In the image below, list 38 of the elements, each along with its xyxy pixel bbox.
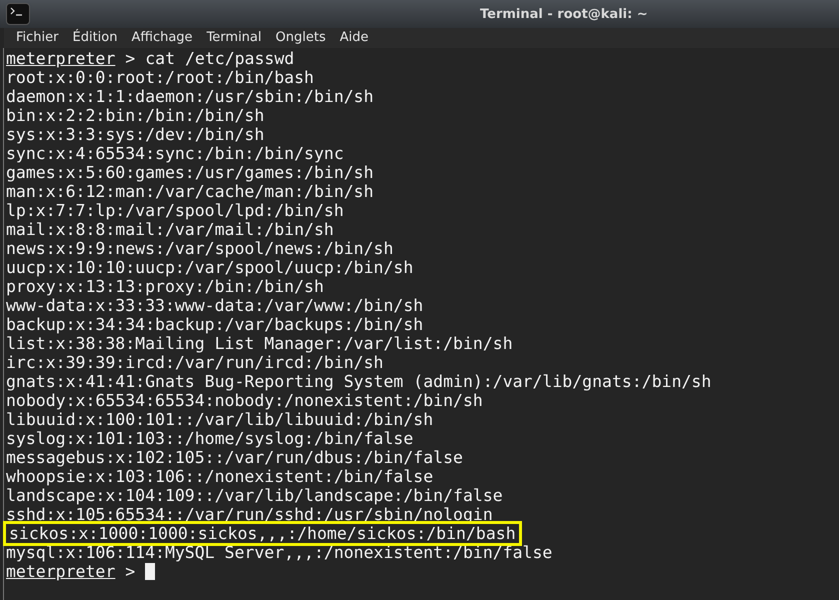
output-line: mysql:x:106:114:MySQL Server,,,:/nonexistent:/bin/false (6, 543, 552, 562)
output-line: sshd:x:105:65534::/var/run/sshd:/usr/sbin/nologin (6, 505, 493, 524)
output-line: gnats:x:41:41:Gnats Bug-Reporting System (admin):/var/lib/gnats:/bin/sh (6, 372, 712, 391)
output-line: bin:x:2:2:bin:/bin:/bin/sh (6, 106, 264, 125)
menu-item[interactable]: Terminal (200, 28, 268, 48)
output-line: landscape:x:104:109::/var/lib/landscape:/bin/false (6, 486, 503, 505)
prompt-text: meterpreter (6, 562, 116, 581)
menu-item[interactable]: Onglets (270, 28, 332, 48)
output-line: whoopsie:x:103:106::/nonexistent:/bin/false (6, 467, 434, 486)
output-line: libuuid:x:100:101::/var/lib/libuuid:/bin/sh (6, 410, 434, 429)
output-line: proxy:x:13:13:proxy:/bin:/bin/sh (6, 277, 324, 296)
output-line: lp:x:7:7:lp:/var/spool/lpd:/bin/sh (6, 201, 344, 220)
output-line: list:x:38:38:Mailing List Manager:/var/list:/bin/sh (6, 334, 513, 353)
output-line: messagebus:x:102:105::/var/run/dbus:/bin/false (6, 448, 463, 467)
prompt-separator: > (125, 49, 136, 68)
output-line: backup:x:34:34:backup:/var/backups:/bin/sh (6, 315, 424, 334)
output-line: syslog:x:101:103::/home/syslog:/bin/false (6, 429, 414, 448)
menu-item[interactable]: Édition (66, 28, 124, 48)
output-line: nobody:x:65534:65534:nobody:/nonexistent:/bin/sh (6, 391, 483, 410)
output-line: sync:x:4:65534:sync:/bin:/bin/sync (6, 144, 344, 163)
output-line: games:x:5:60:games:/usr/games:/bin/sh (6, 163, 374, 182)
output-line: sys:x:3:3:sys:/dev:/bin/sh (6, 125, 264, 144)
terminal-icon[interactable] (6, 3, 30, 25)
output-line: root:x:0:0:root:/root:/bin/bash (6, 68, 314, 87)
output-line: www-data:x:33:33:www-data:/var/www:/bin/sh (6, 296, 424, 315)
prompt-text: meterpreter (6, 49, 116, 68)
output-line: news:x:9:9:news:/var/spool/news:/bin/sh (6, 239, 394, 258)
command-text: cat /etc/passwd (145, 49, 294, 68)
output-line: uucp:x:10:10:uucp:/var/spool/uucp:/bin/sh (6, 258, 414, 277)
menu-item[interactable]: Affichage (125, 28, 199, 48)
menu-item[interactable]: Aide (334, 28, 374, 48)
prompt-separator: > (125, 562, 136, 581)
output-line: daemon:x:1:1:daemon:/usr/sbin:/bin/sh (6, 87, 374, 106)
menu-item[interactable]: Fichier (10, 28, 64, 48)
output-line: man:x:6:12:man:/var/cache/man:/bin/sh (6, 182, 374, 201)
output-line: mail:x:8:8:mail:/var/mail:/bin/sh (6, 220, 334, 239)
output-line: irc:x:39:39:ircd:/var/run/ircd:/bin/sh (6, 353, 384, 372)
window-title: Terminal - root@kali: ~ (480, 6, 648, 24)
